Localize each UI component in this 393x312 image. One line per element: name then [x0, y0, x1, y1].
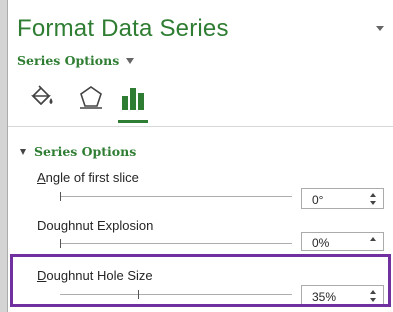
tab-fill-line[interactable] [29, 84, 55, 110]
explosion-slider-track[interactable] [60, 243, 292, 244]
series-options-dropdown-label: Series Options [17, 53, 120, 68]
tab-divider [8, 126, 393, 127]
label-text: Doughnut Explosion [37, 218, 154, 233]
angle-slider-thumb[interactable] [60, 192, 61, 201]
explosion-value[interactable]: 0% [312, 236, 329, 250]
highlight-box [10, 254, 388, 307]
selected-tab-indicator [118, 120, 148, 123]
pane-title: Format Data Series [17, 15, 229, 42]
pane-left-border [0, 0, 7, 312]
series-options-dropdown[interactable]: Series Options [17, 53, 135, 68]
angle-value[interactable]: 0° [312, 193, 323, 207]
angle-spin-box[interactable]: 0° [301, 188, 384, 209]
pane-options-dropdown-icon[interactable] [376, 26, 384, 31]
section-series-options[interactable]: Series Options [20, 144, 136, 159]
accelerator-key: A [37, 170, 46, 185]
spin-up-icon[interactable] [370, 237, 376, 241]
doughnut-explosion-label: Doughnut Explosion [37, 218, 153, 233]
format-data-series-pane: Format Data Series Series Options Series… [0, 0, 393, 312]
collapse-triangle-icon [20, 148, 26, 155]
pane-border-line [7, 0, 8, 312]
angle-of-first-slice-label: Angle of first slice [37, 170, 139, 185]
highlight-box-right-edge [388, 254, 391, 307]
label-text: ngle of first slice [45, 170, 139, 185]
spin-up-icon[interactable] [370, 193, 376, 197]
explosion-spin-box[interactable]: 0% [301, 232, 384, 251]
paint-bucket-icon [31, 85, 53, 106]
section-label: Series Options [34, 144, 137, 159]
tab-effects[interactable] [78, 84, 104, 110]
pentagon-icon [80, 86, 102, 109]
bar-chart-icon [122, 88, 144, 110]
angle-slider-track[interactable] [60, 196, 292, 197]
chevron-down-icon [126, 58, 135, 64]
explosion-slider-thumb[interactable] [60, 239, 61, 248]
spin-down-icon[interactable] [370, 201, 376, 205]
tab-series-options[interactable] [120, 84, 146, 110]
